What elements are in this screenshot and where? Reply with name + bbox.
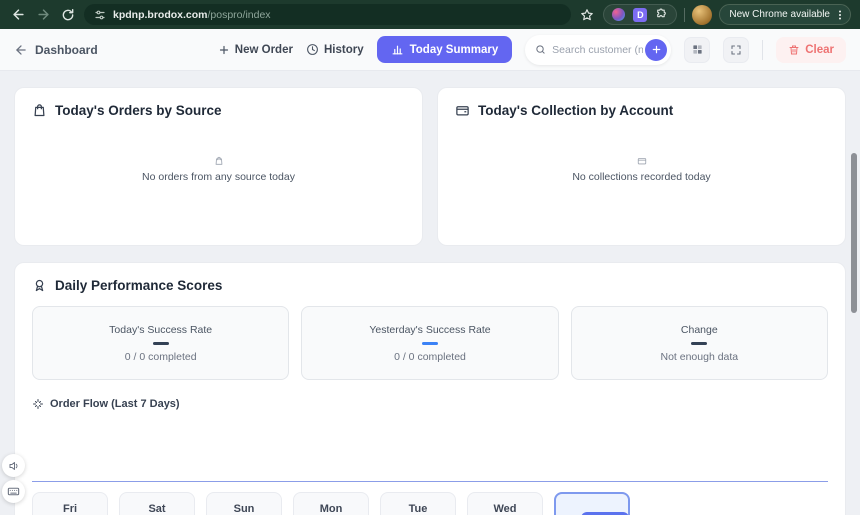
new-order-button[interactable]: New Order <box>218 44 293 56</box>
day-card[interactable]: Fri0% <box>32 492 108 515</box>
day-label: Mon <box>320 503 343 515</box>
chrome-update-button[interactable]: New Chrome available <box>719 4 851 25</box>
day-label: Tue <box>409 503 428 515</box>
plus-icon <box>651 44 662 55</box>
toolbar-separator <box>684 8 685 22</box>
order-flow-chart <box>32 410 828 482</box>
wallet-icon <box>455 103 470 118</box>
fullscreen-icon <box>730 44 742 56</box>
speaker-icon <box>8 460 20 472</box>
day-card-today[interactable]: ThuToday <box>554 492 630 515</box>
day-card[interactable]: Sat0% <box>119 492 195 515</box>
orders-empty-state: No orders from any source today <box>15 156 422 183</box>
app-toolbar: Dashboard New Order History Today Summar… <box>0 29 860 71</box>
metric-label: Yesterday's Success Rate <box>369 324 490 336</box>
collections-empty-message: No collections recorded today <box>572 171 710 183</box>
collections-card-title: Today's Collection by Account <box>478 103 673 118</box>
metric-subtext: 0 / 0 completed <box>125 351 197 363</box>
collections-empty-state: No collections recorded today <box>438 156 845 183</box>
keyboard-icon <box>7 485 20 498</box>
url-bar[interactable]: kpdnp.brodox.com/pospro/index <box>84 4 571 25</box>
order-flow-title: Order Flow (Last 7 Days) <box>50 398 180 410</box>
extensions-group: D <box>603 4 677 25</box>
extension-d-icon[interactable]: D <box>633 8 647 22</box>
metric-value-dash <box>153 342 169 345</box>
toolbar-divider <box>762 40 763 60</box>
performance-metric-card: Change Not enough data <box>571 306 828 380</box>
forward-icon[interactable] <box>34 6 52 24</box>
performance-metric-card: Today's Success Rate 0 / 0 completed <box>32 306 289 380</box>
metric-label: Today's Success Rate <box>109 324 212 336</box>
browser-top-bar: kpdnp.brodox.com/pospro/index D New Chro… <box>0 0 860 29</box>
order-flow-days: Fri0% Sat0% Sun0% Mon0% Tue0% Wed0% ThuToday <box>32 492 828 515</box>
spark-icon <box>32 398 44 410</box>
performance-metric-card: Yesterday's Success Rate 0 / 0 completed <box>301 306 558 380</box>
keyboard-button[interactable] <box>2 480 25 503</box>
history-button[interactable]: History <box>306 43 364 56</box>
metric-value-dash <box>691 342 707 345</box>
collections-by-account-card: Today's Collection by Account No collect… <box>437 87 846 246</box>
clear-button[interactable]: Clear <box>776 37 846 63</box>
metric-subtext: Not enough data <box>660 351 738 363</box>
extension-icon[interactable] <box>612 8 625 21</box>
trash-icon <box>788 44 800 56</box>
clock-icon <box>306 43 319 56</box>
scrollbar-thumb[interactable] <box>851 153 857 313</box>
grid-view-button[interactable] <box>684 37 710 63</box>
plus-icon <box>218 44 230 56</box>
day-card[interactable]: Mon0% <box>293 492 369 515</box>
page-content: Today's Orders by Source No orders from … <box>0 71 860 515</box>
search-input[interactable] <box>552 44 643 56</box>
grid-icon <box>692 44 703 55</box>
bar-chart-icon <box>391 43 404 56</box>
day-label: Sun <box>234 503 255 515</box>
add-customer-button[interactable] <box>645 39 667 61</box>
day-card[interactable]: Sun0% <box>206 492 282 515</box>
bookmark-star-icon[interactable] <box>578 6 596 24</box>
daily-performance-card: Daily Performance Scores Today's Success… <box>14 262 846 515</box>
day-card[interactable]: Wed0% <box>467 492 543 515</box>
metric-value-dash <box>422 342 438 345</box>
customer-search <box>525 35 671 65</box>
site-settings-icon[interactable] <box>94 9 106 21</box>
orders-empty-message: No orders from any source today <box>142 171 295 183</box>
empty-wallet-icon <box>637 156 647 166</box>
search-icon <box>535 43 546 56</box>
metric-subtext: 0 / 0 completed <box>394 351 466 363</box>
url-text: kpdnp.brodox.com/pospro/index <box>113 9 271 21</box>
speaker-button[interactable] <box>2 454 25 477</box>
today-summary-button[interactable]: Today Summary <box>377 36 513 63</box>
reload-icon[interactable] <box>59 6 77 24</box>
award-icon <box>32 278 47 293</box>
performance-cards: Today's Success Rate0 / 0 completedYeste… <box>32 306 828 380</box>
orders-card-title: Today's Orders by Source <box>55 103 222 118</box>
menu-dots-icon <box>834 9 846 21</box>
day-label: Sat <box>148 503 165 515</box>
shopping-bag-icon <box>32 103 47 118</box>
orders-by-source-card: Today's Orders by Source No orders from … <box>14 87 423 246</box>
day-label: Fri <box>63 503 77 515</box>
back-icon[interactable] <box>9 6 27 24</box>
performance-title: Daily Performance Scores <box>55 278 222 293</box>
extensions-puzzle-icon[interactable] <box>655 8 668 21</box>
profile-avatar[interactable] <box>692 5 712 25</box>
day-card[interactable]: Tue0% <box>380 492 456 515</box>
empty-bag-icon <box>214 156 224 166</box>
day-label: Wed <box>493 503 516 515</box>
metric-label: Change <box>681 324 718 336</box>
fullscreen-button[interactable] <box>723 37 749 63</box>
back-arrow-icon <box>14 43 28 57</box>
dashboard-back-link[interactable]: Dashboard <box>14 43 98 57</box>
